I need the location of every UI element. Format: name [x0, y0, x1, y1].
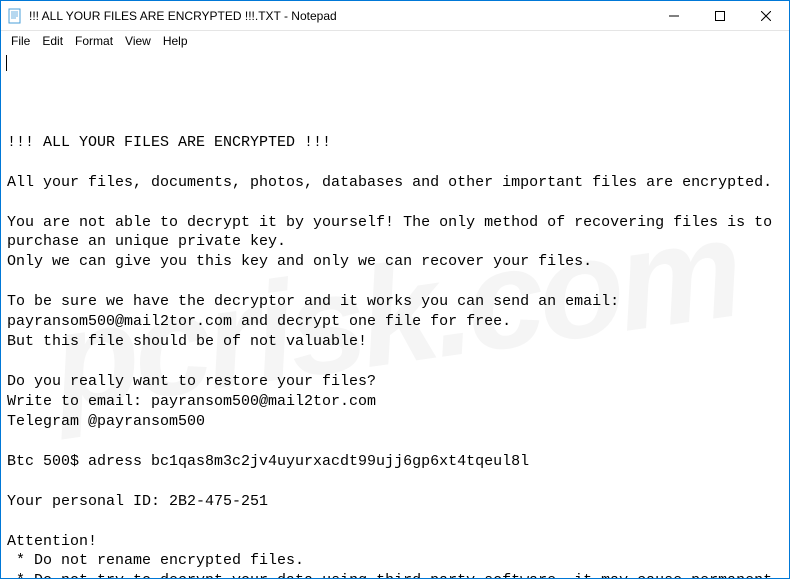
minimize-button[interactable] [651, 1, 697, 30]
menu-file[interactable]: File [5, 32, 36, 50]
window-title: !!! ALL YOUR FILES ARE ENCRYPTED !!!.TXT… [29, 9, 651, 23]
window-controls [651, 1, 789, 30]
menubar: File Edit Format View Help [1, 31, 789, 51]
notepad-window: !!! ALL YOUR FILES ARE ENCRYPTED !!!.TXT… [0, 0, 790, 579]
maximize-button[interactable] [697, 1, 743, 30]
text-area[interactable]: pcrisk.com !!! ALL YOUR FILES ARE ENCRYP… [1, 51, 789, 578]
text-cursor [6, 55, 7, 71]
close-button[interactable] [743, 1, 789, 30]
notepad-icon [7, 8, 23, 24]
menu-view[interactable]: View [119, 32, 157, 50]
text-content: !!! ALL YOUR FILES ARE ENCRYPTED !!! All… [7, 133, 783, 578]
menu-edit[interactable]: Edit [36, 32, 69, 50]
menu-format[interactable]: Format [69, 32, 119, 50]
titlebar[interactable]: !!! ALL YOUR FILES ARE ENCRYPTED !!!.TXT… [1, 1, 789, 31]
menu-help[interactable]: Help [157, 32, 194, 50]
